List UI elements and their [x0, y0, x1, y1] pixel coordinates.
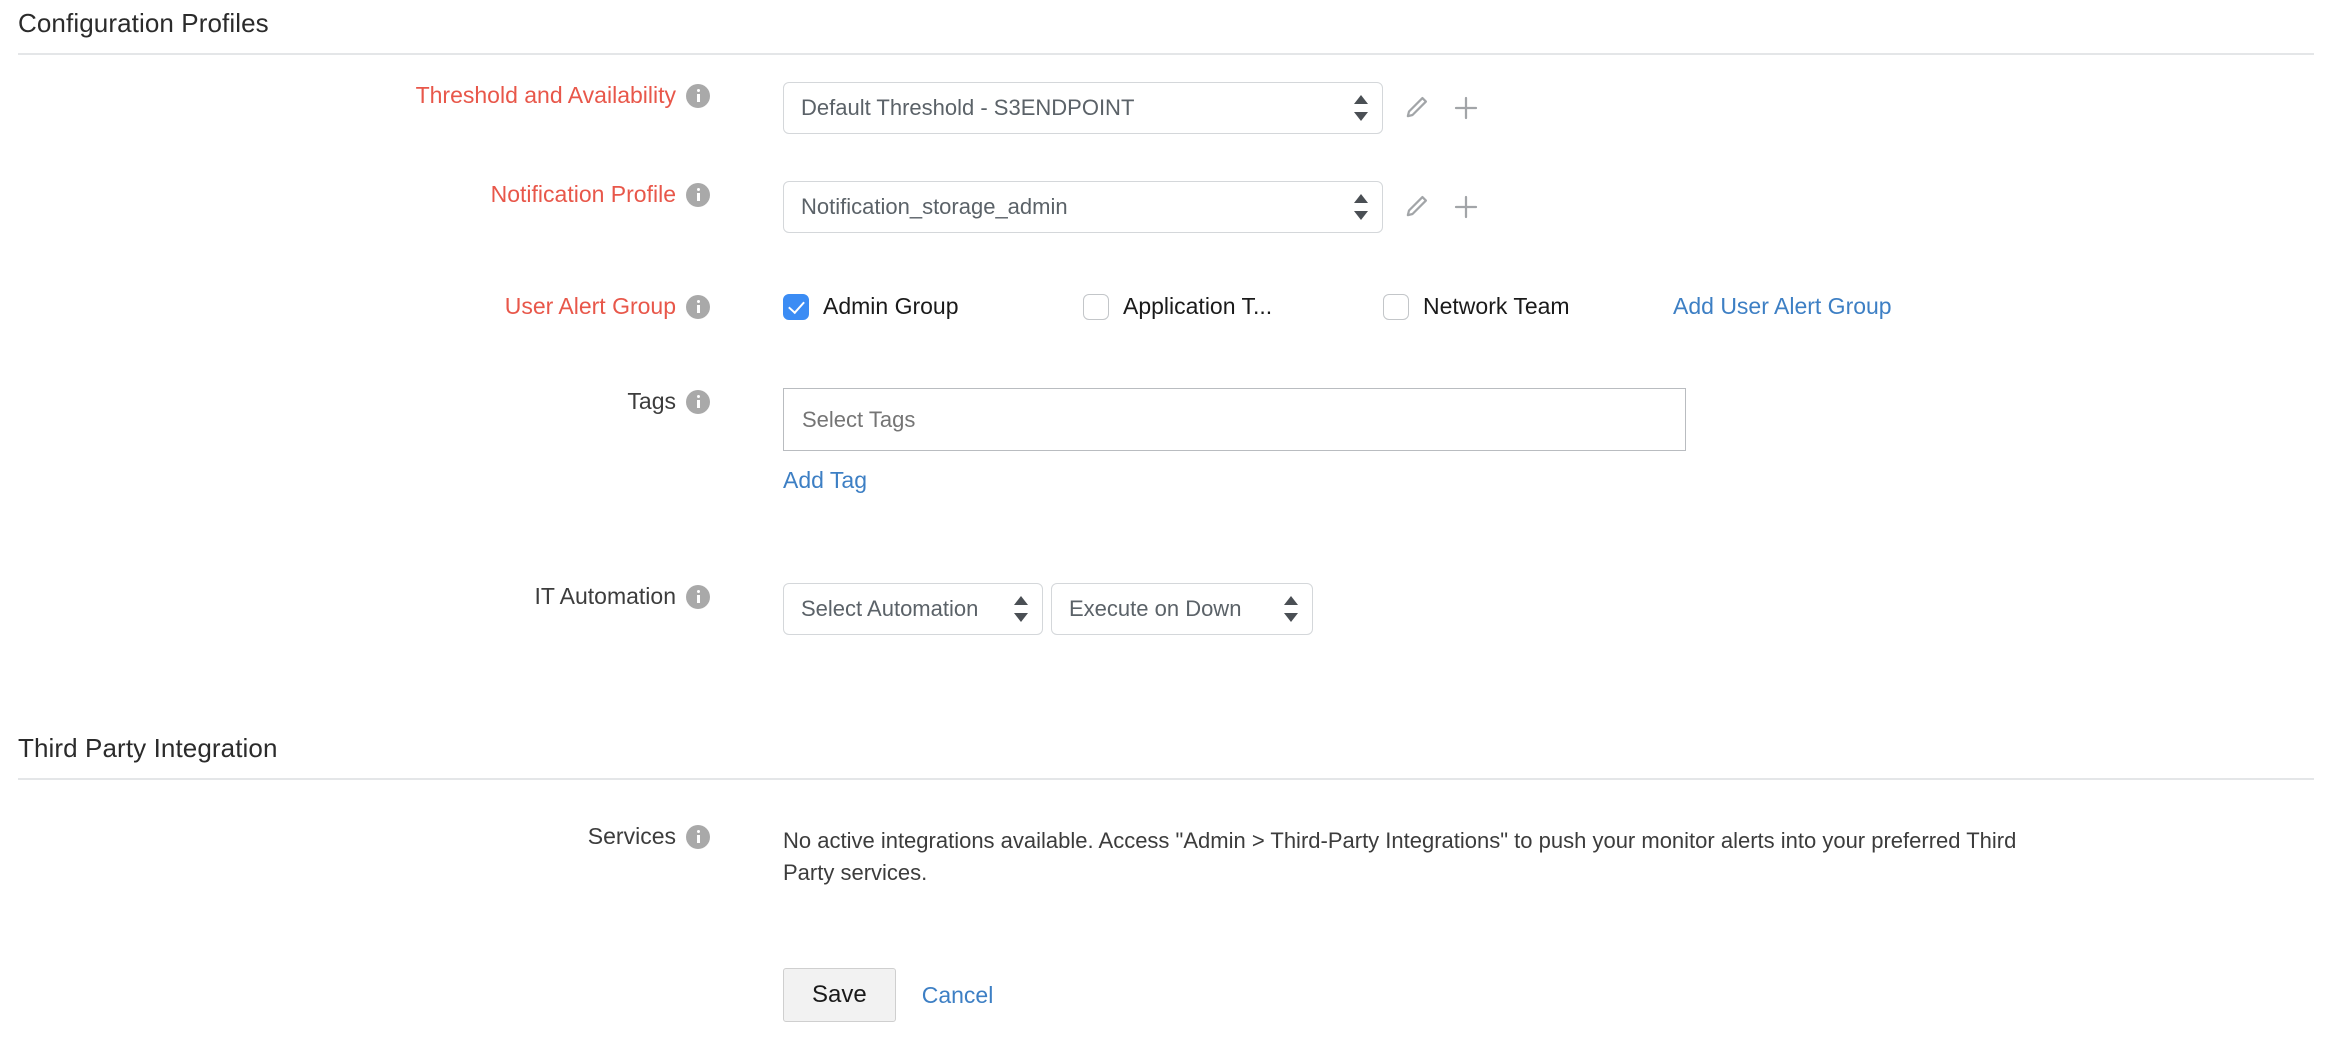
checkbox-admin-group[interactable] [783, 294, 809, 320]
notification-profile-value: Notification_storage_admin [801, 194, 1068, 219]
label-text: Threshold and Availability [416, 82, 676, 109]
field-notification-profile: Notification_storage_admin [710, 181, 1483, 233]
tags-input[interactable] [783, 388, 1686, 451]
section-divider [18, 53, 2314, 55]
checkbox-label: Admin Group [823, 293, 959, 320]
label-text: Services [588, 823, 676, 850]
label-services: Services [0, 823, 710, 850]
field-services: No active integrations available. Access… [710, 823, 2073, 889]
pencil-icon[interactable] [1399, 190, 1433, 224]
info-icon[interactable] [686, 84, 710, 108]
label-tags: Tags [0, 388, 710, 415]
row-user-alert-group: User Alert Group Admin Group Application… [0, 293, 2332, 320]
automation-trigger-value: Execute on Down [1069, 596, 1241, 621]
third-party-integration-section: Third Party Integration [0, 733, 2332, 780]
field-user-alert-group: Admin Group Application T... Network Tea… [710, 293, 1892, 320]
automation-select-value: Select Automation [801, 596, 978, 621]
plus-icon[interactable] [1449, 190, 1483, 224]
plus-icon[interactable] [1449, 91, 1483, 125]
info-icon[interactable] [686, 390, 710, 414]
field-tags: Add Tag [710, 388, 1686, 494]
row-notification-profile: Notification Profile Notification_storag… [0, 181, 2332, 233]
threshold-profile-value: Default Threshold - S3ENDPOINT [801, 95, 1134, 120]
configuration-page: Configuration Profiles Threshold and Ava… [0, 0, 2332, 1040]
checkbox-network-team[interactable] [1383, 294, 1409, 320]
threshold-profile-select[interactable]: Default Threshold - S3ENDPOINT [783, 82, 1383, 134]
checkbox-item-admin-group[interactable]: Admin Group [783, 293, 1083, 320]
checkbox-application-team[interactable] [1083, 294, 1109, 320]
info-icon[interactable] [686, 585, 710, 609]
label-it-automation: IT Automation [0, 583, 710, 610]
chevron-updown-icon [1014, 596, 1028, 622]
label-text: Notification Profile [491, 181, 676, 208]
chevron-updown-icon [1354, 194, 1368, 220]
info-icon[interactable] [686, 825, 710, 849]
field-threshold-and-availability: Default Threshold - S3ENDPOINT [710, 82, 1483, 134]
pencil-icon[interactable] [1399, 91, 1433, 125]
configuration-profiles-title: Configuration Profiles [0, 8, 2332, 39]
section-divider [18, 778, 2314, 780]
label-threshold-and-availability: Threshold and Availability [0, 82, 710, 109]
label-text: IT Automation [535, 583, 677, 610]
form-actions: Save Cancel [783, 968, 993, 1022]
notification-profile-select[interactable]: Notification_storage_admin [783, 181, 1383, 233]
field-it-automation: Select Automation Execute on Down [710, 583, 1313, 635]
label-user-alert-group: User Alert Group [0, 293, 710, 320]
label-text: Tags [627, 388, 676, 415]
label-notification-profile: Notification Profile [0, 181, 710, 208]
info-icon[interactable] [686, 183, 710, 207]
user-alert-group-checkboxes: Admin Group Application T... Network Tea… [710, 293, 1892, 320]
third-party-integration-title: Third Party Integration [0, 733, 2332, 764]
automation-trigger-select[interactable]: Execute on Down [1051, 583, 1313, 635]
info-icon[interactable] [686, 295, 710, 319]
services-description: No active integrations available. Access… [783, 825, 2073, 889]
checkbox-label: Network Team [1423, 293, 1570, 320]
row-tags: Tags Add Tag [0, 388, 2332, 494]
label-text: User Alert Group [505, 293, 676, 320]
checkbox-item-application-team[interactable]: Application T... [1083, 293, 1383, 320]
cancel-link[interactable]: Cancel [922, 982, 994, 1009]
row-services: Services No active integrations availabl… [0, 823, 2332, 889]
add-tag-link[interactable]: Add Tag [783, 467, 867, 493]
row-it-automation: IT Automation Select Automation Execute … [0, 583, 2332, 635]
automation-select[interactable]: Select Automation [783, 583, 1043, 635]
chevron-updown-icon [1284, 596, 1298, 622]
save-button[interactable]: Save [783, 968, 896, 1022]
checkbox-item-network-team[interactable]: Network Team [1383, 293, 1673, 320]
checkbox-label: Application T... [1123, 293, 1272, 320]
chevron-updown-icon [1354, 95, 1368, 121]
add-user-alert-group-link[interactable]: Add User Alert Group [1673, 293, 1892, 320]
configuration-profiles-section: Configuration Profiles [0, 8, 2332, 55]
row-threshold-and-availability: Threshold and Availability Default Thres… [0, 82, 2332, 134]
